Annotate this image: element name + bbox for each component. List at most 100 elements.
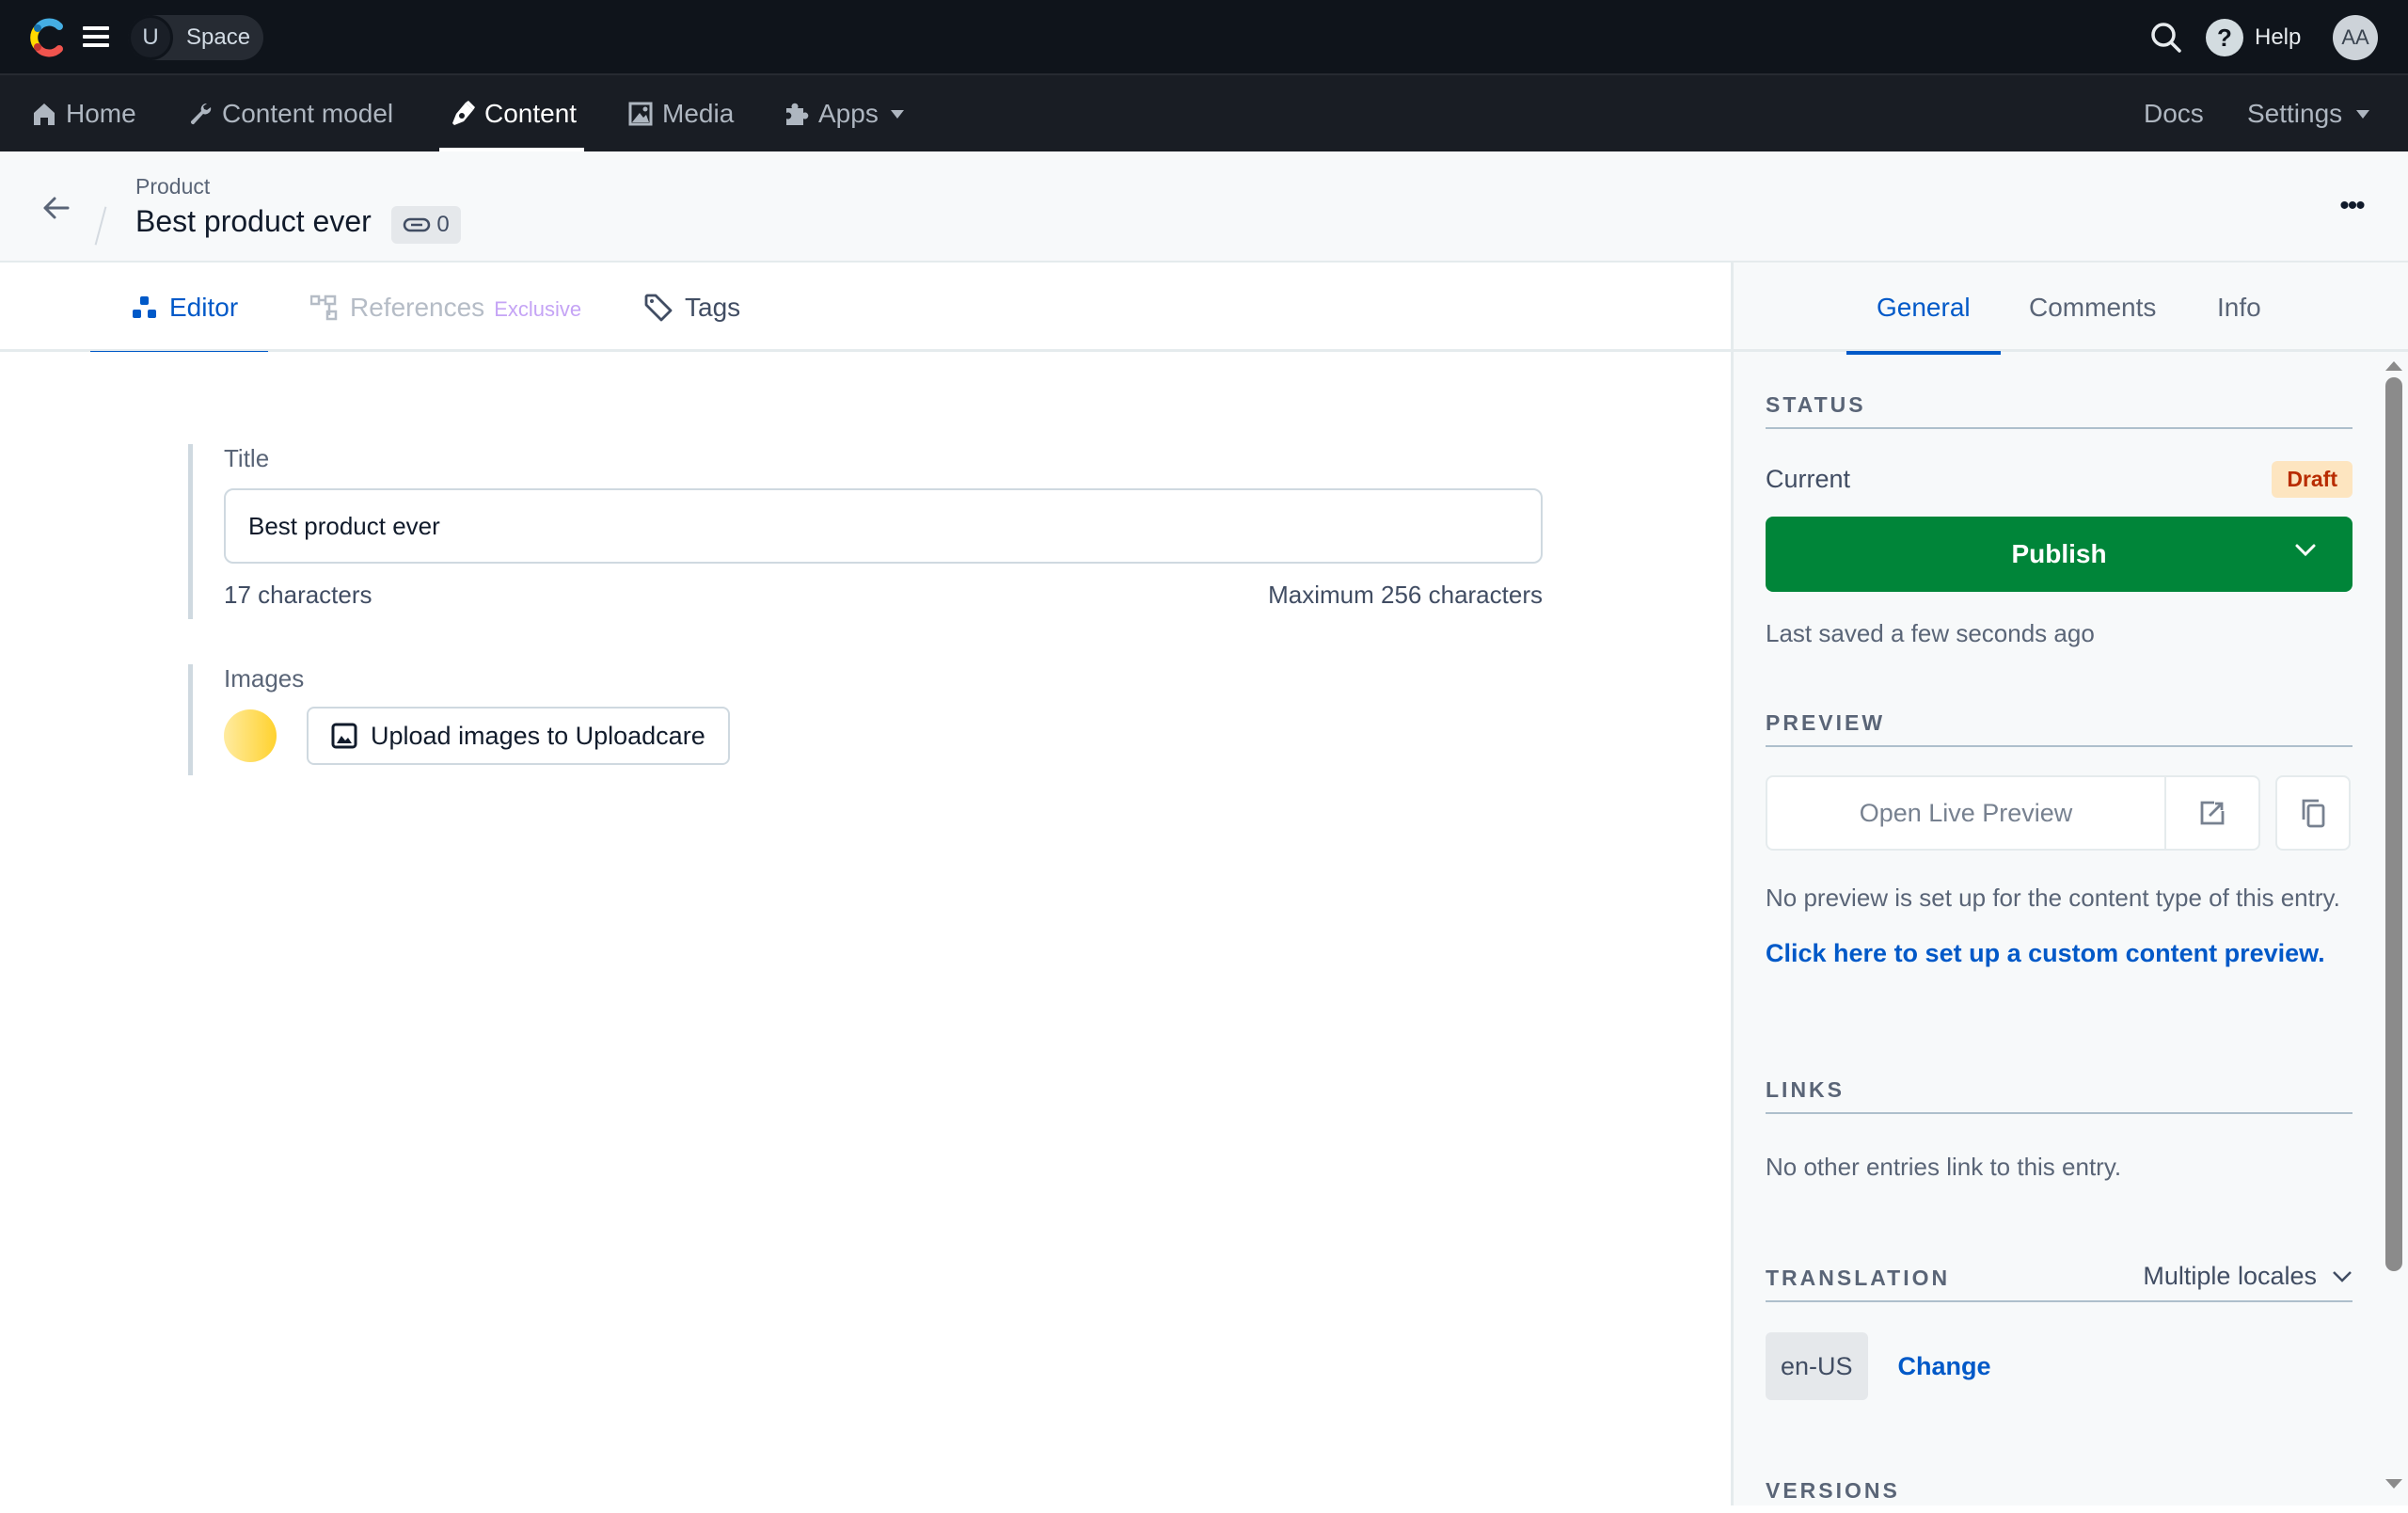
publish-button[interactable]: Publish: [1766, 517, 2353, 592]
locale-pill: en-US: [1766, 1332, 1868, 1400]
nav-settings-label: Settings: [2247, 98, 2343, 128]
max-chars: Maximum 256 characters: [1268, 581, 1543, 609]
caret-down-icon: [890, 109, 904, 119]
scroll-down-arrow-icon[interactable]: [2385, 1479, 2402, 1489]
open-live-preview-group: Open Live Preview: [1766, 775, 2260, 851]
scrollbar-thumb[interactable]: [2385, 377, 2402, 1271]
char-count: 17 characters: [224, 581, 372, 609]
publish-label: Publish: [2011, 539, 2107, 568]
header-divider: [94, 206, 107, 246]
sidebar-tab-general[interactable]: General: [1846, 263, 2001, 355]
open-live-preview-button[interactable]: Open Live Preview: [1767, 777, 2166, 849]
more-options-icon[interactable]: •••: [2335, 189, 2368, 223]
pen-nib-icon: [452, 100, 475, 125]
preview-heading: PREVIEW: [1766, 710, 2353, 747]
translation-heading: TRANSLATION Multiple locales: [1766, 1262, 2353, 1302]
tab-references[interactable]: References Exclusive: [310, 263, 581, 352]
entry-sidebar: General Comments Info STATUS Current Dra…: [1731, 263, 2408, 1505]
help-label: Help: [2255, 24, 2302, 50]
link-count-badge[interactable]: 0: [391, 206, 461, 244]
external-link-icon: [2200, 801, 2225, 825]
locale-mode-dropdown[interactable]: Multiple locales: [2143, 1262, 2353, 1291]
versions-heading: VERSIONS: [1766, 1478, 2353, 1513]
nav-content[interactable]: Content: [438, 75, 585, 151]
exclusive-badge: Exclusive: [494, 296, 582, 321]
title-field: Title 17 characters Maximum 256 characte…: [188, 444, 1543, 619]
nav-content-model[interactable]: Content model: [188, 75, 393, 151]
nav-home[interactable]: Home: [32, 75, 136, 151]
image-icon: [628, 102, 653, 125]
tab-editor[interactable]: Editor: [89, 263, 269, 355]
title-input[interactable]: [224, 488, 1543, 564]
current-status-row: Current Draft: [1766, 461, 2353, 498]
uploadcare-indicator-icon: [224, 709, 277, 762]
nav-settings[interactable]: Settings: [2247, 75, 2380, 151]
copy-preview-button[interactable]: [2275, 775, 2351, 851]
sidebar-scrollbar[interactable]: [2380, 352, 2408, 1505]
sidebar-tab-comments[interactable]: Comments: [2029, 263, 2156, 352]
versions-section: VERSIONS: [1766, 1478, 2353, 1513]
change-locale-link[interactable]: Change: [1898, 1352, 1991, 1381]
tab-references-label: References: [350, 292, 485, 322]
sidebar-tabs: General Comments Info: [1734, 263, 2408, 355]
nav-content-model-label: Content model: [222, 98, 394, 128]
references-icon: [310, 295, 338, 320]
locale-row: en-US Change: [1766, 1332, 2353, 1400]
help-button[interactable]: ? Help: [2206, 19, 2301, 56]
translation-section: TRANSLATION Multiple locales en-US Chang…: [1766, 1262, 2353, 1400]
space-name: Space: [186, 24, 251, 50]
preview-note: No preview is set up for the content typ…: [1766, 884, 2340, 912]
sidebar-tab-info[interactable]: Info: [2217, 263, 2261, 352]
link-count: 0: [436, 212, 450, 237]
images-field: Images Upload images to Uploadcare: [188, 664, 730, 775]
caret-down-icon: [2356, 109, 2370, 119]
locale-mode-label: Multiple locales: [2143, 1262, 2317, 1290]
tab-tags[interactable]: Tags: [643, 263, 740, 352]
open-external-button[interactable]: [2166, 777, 2258, 849]
status-heading: STATUS: [1766, 392, 2353, 429]
nav-content-label: Content: [484, 98, 578, 128]
contentful-logo-icon[interactable]: [28, 17, 66, 58]
nav-docs-label: Docs: [2144, 98, 2204, 128]
search-icon[interactable]: [2149, 21, 2183, 55]
preview-controls: Open Live Preview: [1766, 775, 2353, 851]
editor-icon: [133, 295, 156, 318]
chevron-down-icon: [2333, 1270, 2352, 1282]
menu-icon[interactable]: [83, 26, 109, 47]
nav-home-label: Home: [66, 98, 136, 128]
help-icon: ?: [2206, 19, 2243, 56]
puzzle-icon: [786, 103, 809, 125]
entry-title: Best product ever: [135, 204, 372, 238]
char-count-row: 17 characters Maximum 256 characters: [224, 581, 1543, 610]
nav-docs[interactable]: Docs: [2144, 75, 2204, 151]
setup-preview-link[interactable]: Click here to set up a custom content pr…: [1766, 939, 2353, 968]
preview-heading-text: PREVIEW: [1766, 710, 1886, 735]
preview-section: PREVIEW Open Live Preview No preview is …: [1766, 710, 2353, 968]
nav-media[interactable]: Media: [628, 75, 734, 151]
nav-apps[interactable]: Apps: [783, 75, 914, 151]
tag-icon: [644, 294, 673, 321]
upload-images-button[interactable]: Upload images to Uploadcare: [307, 707, 730, 765]
chevron-down-icon[interactable]: [2294, 543, 2317, 558]
editor-tabs: Editor References Exclusive Tags: [0, 263, 1731, 355]
translation-heading-text: TRANSLATION: [1766, 1266, 1951, 1290]
links-note: No other entries link to this entry.: [1766, 1153, 2122, 1181]
image-icon: [331, 723, 357, 749]
links-section: LINKS No other entries link to this entr…: [1766, 1077, 2353, 1186]
top-bar: U Space ? Help AA: [0, 0, 2408, 75]
copy-icon: [2302, 799, 2325, 828]
links-heading: LINKS: [1766, 1077, 2353, 1114]
scroll-up-arrow-icon[interactable]: [2385, 361, 2402, 371]
versions-heading-text: VERSIONS: [1766, 1478, 1900, 1503]
space-switcher[interactable]: U Space: [128, 15, 263, 60]
content-type-label: Product: [135, 174, 211, 199]
editor-panel: Title 17 characters Maximum 256 characte…: [0, 352, 1731, 1505]
links-heading-text: LINKS: [1766, 1077, 1845, 1102]
nav-media-label: Media: [662, 98, 735, 128]
back-arrow-icon[interactable]: [40, 191, 73, 225]
last-saved: Last saved a few seconds ago: [1766, 619, 2095, 647]
upload-images-label: Upload images to Uploadcare: [371, 721, 705, 750]
avatar[interactable]: AA: [2333, 15, 2378, 60]
entry-header: Product Best product ever 0 •••: [0, 151, 2408, 263]
link-icon: [404, 217, 431, 232]
